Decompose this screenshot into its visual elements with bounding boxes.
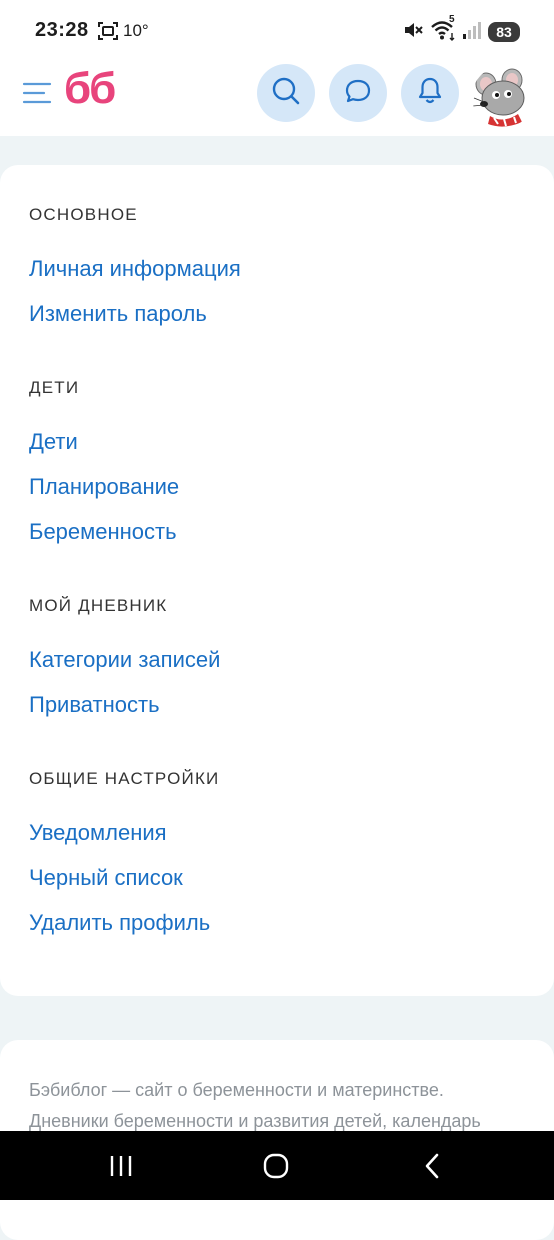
section-title-children: ДЕТИ: [29, 378, 80, 397]
link-post-categories[interactable]: Категории записей: [29, 647, 220, 673]
link-pregnancy[interactable]: Беременность: [29, 519, 177, 545]
section-title-general-settings: ОБЩИЕ НАСТРОЙКИ: [29, 769, 220, 788]
menu-icon[interactable]: [22, 80, 52, 106]
search-icon: [271, 76, 301, 111]
status-temperature: 10°: [123, 21, 149, 40]
home-icon[interactable]: [258, 1151, 294, 1181]
avatar[interactable]: [472, 66, 534, 128]
wifi-icon: 5: [430, 14, 456, 46]
system-nav-bar: [0, 1131, 554, 1200]
settings-card: ОСНОВНОЕ Личная информация Изменить паро…: [0, 165, 554, 996]
chat-button[interactable]: [329, 64, 387, 122]
link-children[interactable]: Дети: [29, 429, 78, 455]
logo[interactable]: бб: [64, 64, 116, 114]
chat-icon: [344, 77, 372, 110]
link-planning[interactable]: Планирование: [29, 474, 179, 500]
link-notifications[interactable]: Уведомления: [29, 820, 167, 846]
back-icon[interactable]: [414, 1151, 450, 1181]
notifications-button[interactable]: [401, 64, 459, 122]
signal-icon: [462, 20, 482, 45]
section-title-diary: МОЙ ДНЕВНИК: [29, 596, 168, 615]
link-privacy[interactable]: Приватность: [29, 692, 160, 718]
search-button[interactable]: [257, 64, 315, 122]
screen-record-icon: [97, 21, 119, 46]
link-change-password[interactable]: Изменить пароль: [29, 301, 207, 327]
footer-line-1: Бэбиблог — сайт о беременности и материн…: [29, 1080, 444, 1100]
section-title-main: ОСНОВНОЕ: [29, 205, 138, 224]
link-delete-profile[interactable]: Удалить профиль: [29, 910, 210, 936]
status-icons: 5 83: [402, 14, 520, 46]
bell-icon: [416, 76, 444, 111]
status-bar: 23:28 10° 5 83: [0, 0, 554, 62]
recent-apps-icon[interactable]: [103, 1151, 139, 1181]
battery-icon: 83: [488, 22, 520, 42]
mute-icon: [402, 19, 424, 46]
app-header: бб: [0, 62, 554, 136]
link-personal-info[interactable]: Личная информация: [29, 256, 241, 282]
footer-text: Бэбиблог — сайт о беременности и материн…: [29, 1075, 529, 1137]
status-time: 23:28: [35, 19, 89, 41]
wifi-label: 5: [449, 13, 455, 25]
link-blacklist[interactable]: Черный список: [29, 865, 183, 891]
